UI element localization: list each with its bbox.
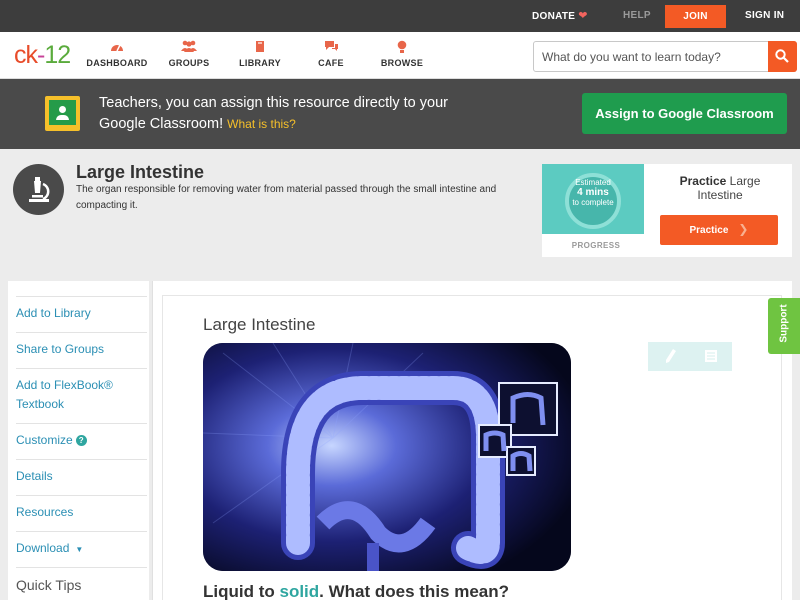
lead-question: Liquid to solid. What does this mean? — [203, 582, 509, 600]
concept-description: The organ responsible for removing water… — [76, 184, 497, 211]
search-input[interactable] — [542, 47, 762, 67]
cafe-icon — [296, 40, 366, 56]
nav-library[interactable]: LIBRARY — [225, 40, 295, 68]
join-button[interactable]: JOIN — [665, 5, 726, 28]
library-icon — [225, 40, 295, 56]
help-question-icon[interactable]: ? — [75, 435, 87, 446]
nav-dashboard-label: DASHBOARD — [86, 58, 148, 68]
practice-button[interactable]: Practice ❯ — [660, 215, 778, 245]
divider — [16, 459, 147, 460]
customize-label: Customize — [16, 433, 73, 447]
search-button[interactable] — [768, 41, 797, 72]
divider — [16, 423, 147, 424]
caret-down-icon: ▼ — [75, 545, 84, 554]
quick-tips-heading[interactable]: Quick Tips — [16, 577, 81, 593]
microscope-icon — [13, 164, 64, 215]
sidebar: Add to Library Share to Groups Add to Fl… — [8, 281, 149, 600]
what-is-this-link[interactable]: What is this? — [227, 117, 296, 131]
nav-browse[interactable]: BROWSE — [367, 40, 437, 68]
divider — [16, 531, 147, 532]
add-to-library-link[interactable]: Add to Library — [16, 304, 139, 323]
lead-end: . What does this mean? — [319, 582, 510, 600]
nav-dashboard[interactable]: DASHBOARD — [82, 40, 152, 68]
to-complete-label: to complete — [572, 198, 614, 207]
dashboard-icon — [82, 40, 152, 56]
nav-library-label: LIBRARY — [239, 58, 281, 68]
nav-groups[interactable]: GROUPS — [154, 40, 224, 68]
assign-google-classroom-button[interactable]: Assign to Google Classroom — [582, 93, 787, 134]
heart-icon: ❤ — [578, 10, 588, 22]
practice-button-label: Practice — [689, 225, 729, 236]
progress-widget: Estimated 4 mins to complete — [542, 164, 644, 234]
divider — [16, 495, 147, 496]
top-bar: DONATE ❤ HELP JOIN SIGN IN — [0, 0, 800, 32]
google-classroom-icon — [45, 96, 80, 131]
estimate-text: Estimated 4 mins to complete — [542, 178, 644, 207]
help-link[interactable]: HELP — [623, 0, 651, 32]
lesson-title: Large Intestine — [203, 315, 316, 334]
search-box — [533, 41, 797, 72]
large-intestine-image — [203, 343, 571, 571]
concept-title: Large Intestine — [76, 162, 205, 182]
progress-label: PROGRESS — [571, 241, 621, 250]
divider — [16, 567, 147, 568]
google-classroom-banner: Teachers, you can assign this resource d… — [0, 79, 800, 149]
nav-browse-label: BROWSE — [380, 58, 424, 68]
divider — [16, 368, 147, 369]
sign-in-link[interactable]: SIGN IN — [745, 0, 784, 32]
support-tab[interactable]: Support — [768, 298, 800, 354]
add-to-flexbook-link[interactable]: Add to FlexBook® Textbook — [16, 376, 139, 414]
divider — [16, 332, 147, 333]
resources-link[interactable]: Resources — [16, 503, 139, 522]
chevron-right-icon: ❯ — [738, 222, 749, 236]
support-label: Support — [778, 304, 790, 343]
customize-link[interactable]: Customize? — [16, 431, 139, 450]
practice-card: Estimated 4 mins to complete PROGRESS Pr… — [542, 164, 792, 257]
groups-icon — [154, 40, 224, 56]
concept-header: Large Intestine The organ responsible fo… — [0, 149, 800, 265]
donate-link[interactable]: DONATE ❤ — [532, 0, 588, 32]
donate-label: DONATE — [532, 11, 576, 22]
download-link[interactable]: Download ▼ — [16, 539, 139, 559]
details-link[interactable]: Details — [16, 467, 139, 486]
notes-icon[interactable] — [704, 349, 718, 363]
ck12-logo[interactable]: ck-12 — [14, 41, 71, 70]
lead-start: Liquid to — [203, 582, 280, 600]
nav-groups-label: GROUPS — [168, 58, 210, 68]
divider — [16, 296, 147, 297]
nav-cafe[interactable]: CAFE — [296, 40, 366, 68]
banner-text: Teachers, you can assign this resource d… — [99, 93, 459, 135]
share-to-groups-link[interactable]: Share to Groups — [16, 340, 139, 359]
nav-cafe-label: CAFE — [318, 58, 344, 68]
logo-num: 12 — [44, 41, 71, 69]
browse-icon — [367, 40, 437, 56]
practice-title-bold: Practice — [679, 174, 727, 188]
practice-title: Practice Large Intestine — [660, 174, 780, 202]
search-icon — [775, 49, 789, 63]
lead-highlight-link[interactable]: solid — [279, 582, 319, 600]
main-content: Large Intestine Liquid to solid. What do… — [152, 281, 792, 600]
annotation-toolbar — [648, 342, 732, 371]
download-label: Download — [16, 541, 70, 555]
estimated-minutes: 4 mins — [577, 187, 609, 198]
main-nav: ck-12 DASHBOARD GROUPS LIBRARY CAFE BROW… — [0, 32, 800, 79]
lesson-panel: Large Intestine Liquid to solid. What do… — [162, 295, 782, 600]
estimated-label: Estimated — [575, 178, 611, 187]
pencil-icon[interactable] — [665, 348, 677, 364]
logo-ck: ck — [14, 41, 38, 69]
